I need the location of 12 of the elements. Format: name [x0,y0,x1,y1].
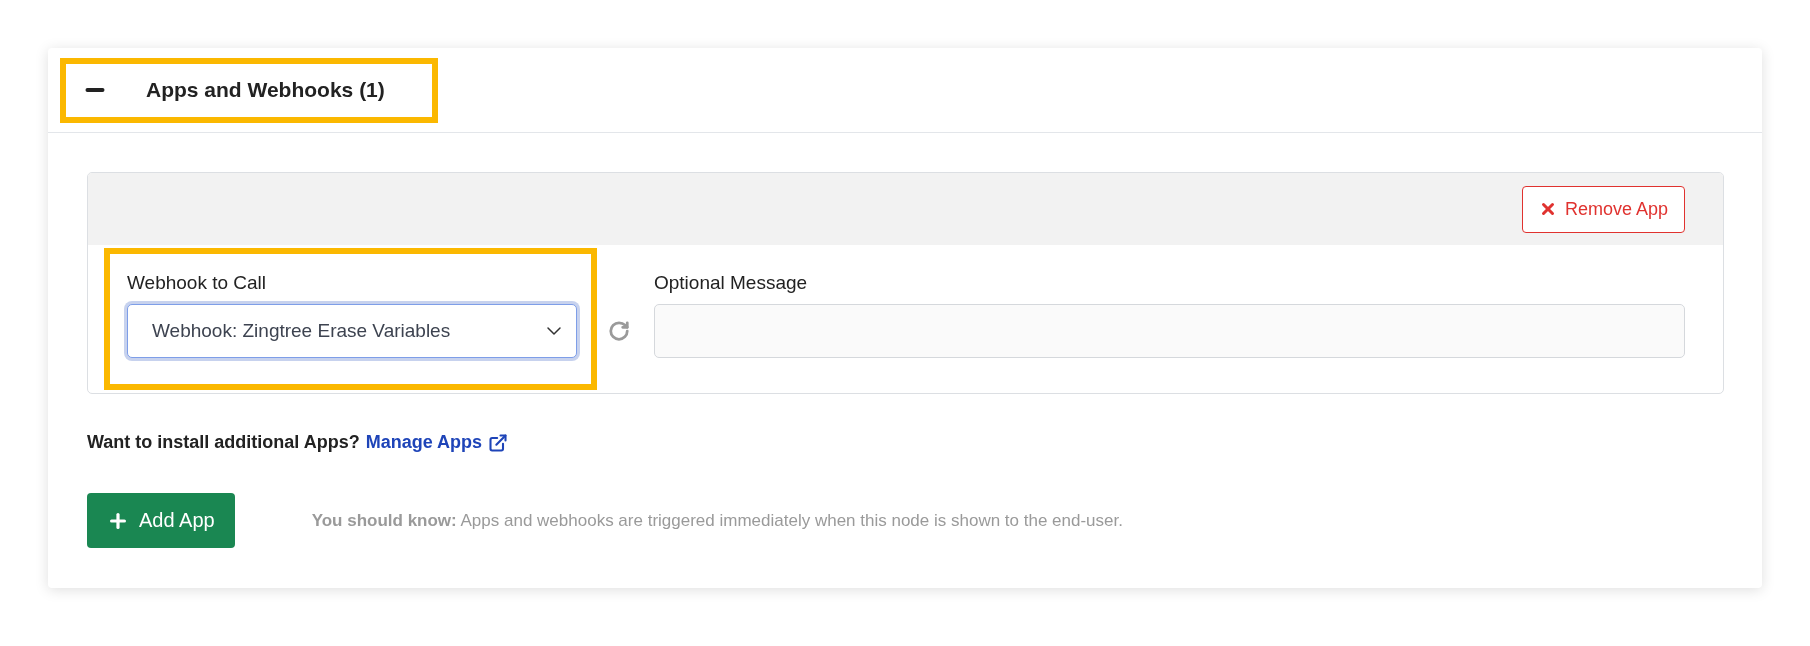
webhook-select[interactable]: Webhook: Zingtree Erase Variables [127,304,577,358]
message-input[interactable] [654,304,1685,358]
manage-apps-link[interactable]: Manage Apps [365,432,508,453]
section-title: Apps and Webhooks (1) [146,78,385,102]
external-link-icon [488,432,508,453]
install-prompt: Want to install additional Apps? Manage Apps [87,432,1724,453]
add-app-button[interactable]: Add App [87,493,235,548]
field-label: Optional Message [654,272,809,294]
remove-app-button[interactable]: Remove App [1521,185,1685,233]
refresh-icon[interactable] [608,320,630,342]
info-note: You should know: Apps and webhooks are triggered immediately when this node is shown to the end-user. [311,510,1123,531]
field-label: Webhook to Call [127,272,267,294]
